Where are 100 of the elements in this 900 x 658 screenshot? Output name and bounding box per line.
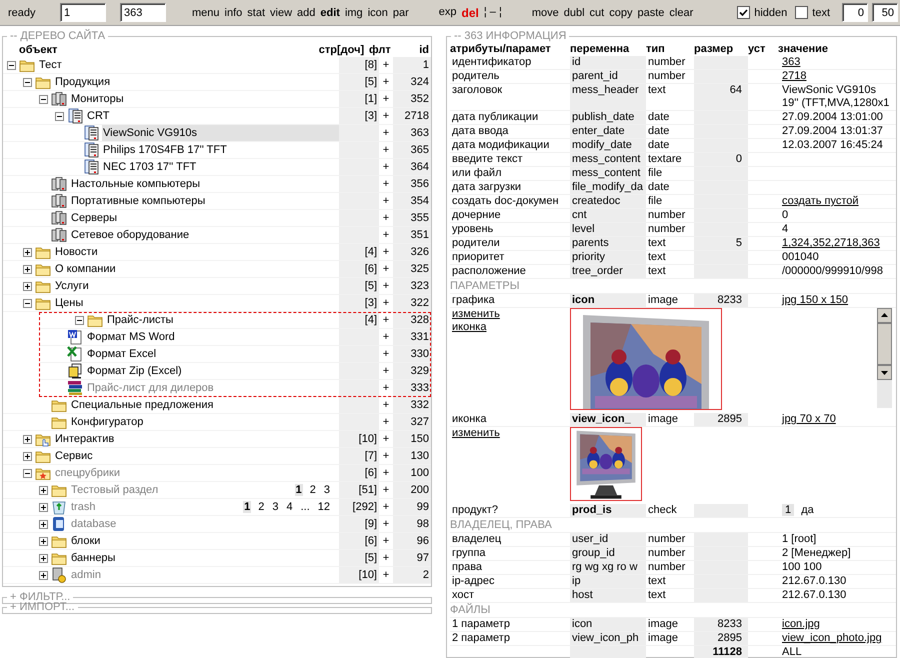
filter-flag[interactable]: + [379, 59, 393, 71]
filter-flag[interactable]: + [379, 297, 393, 309]
tree-item[interactable]: Сервис [54, 448, 339, 464]
filter-flag[interactable]: + [379, 161, 393, 173]
scrollbar[interactable] [877, 308, 892, 408]
filter-flag[interactable]: + [379, 314, 393, 326]
filter-flag[interactable]: + [379, 195, 393, 207]
tree-item[interactable]: Тестовый раздел [70, 482, 295, 498]
filter-flag[interactable]: + [379, 501, 393, 513]
expand-toggle[interactable] [23, 434, 32, 444]
page-link[interactable]: 3 [322, 484, 331, 496]
filter-flag[interactable]: + [379, 331, 393, 343]
tree-item[interactable]: О компании [54, 261, 339, 277]
tree-item[interactable]: Формат Zip (Excel) [86, 363, 339, 379]
page-link[interactable]: 2 [308, 484, 317, 496]
tree-item[interactable]: Прайс-лист для дилеров [86, 380, 339, 396]
menu-link[interactable]: add [297, 6, 316, 18]
menu-link[interactable]: view [270, 6, 292, 18]
action-link[interactable]: изменить [452, 427, 500, 440]
tree-item[interactable]: NEC 1703 17'' TFT [102, 159, 339, 175]
tree-item[interactable]: Услуги [54, 278, 339, 294]
input-field[interactable]: 0 [842, 3, 868, 22]
menu-link[interactable]: menu [192, 6, 220, 18]
menu-link[interactable]: info [224, 6, 242, 18]
page-link[interactable]: 2 [257, 501, 266, 513]
menu-link[interactable]: clear [669, 6, 694, 18]
collapse-toggle[interactable] [39, 94, 48, 104]
expand-toggle[interactable] [23, 248, 32, 256]
expand-toggle[interactable] [39, 570, 48, 580]
checkbox[interactable] [737, 6, 750, 19]
tree-item[interactable]: Формат Excel [86, 346, 339, 362]
tree-item[interactable]: Интерактив [54, 431, 339, 447]
tree-item[interactable]: Цены [54, 295, 339, 311]
menu-link[interactable]: copy [609, 6, 632, 18]
checkbox[interactable] [795, 6, 808, 19]
tree-item[interactable]: спецрубрики [54, 465, 339, 481]
tree-item[interactable]: Конфигуратор [70, 414, 339, 430]
collapse-toggle[interactable] [23, 468, 32, 478]
page-link[interactable]: ... [300, 501, 311, 513]
filter-flag[interactable]: + [379, 212, 393, 224]
collapse-toggle[interactable] [7, 60, 16, 70]
tree-item[interactable]: Прайс-листы [106, 312, 339, 328]
menu-link[interactable]: exp [438, 6, 457, 20]
expand-toggle[interactable] [39, 536, 48, 546]
tree-item[interactable]: Сетевое оборудование [70, 227, 339, 243]
tree-item[interactable]: Продукция [54, 74, 339, 90]
menu-link[interactable]: stat [247, 6, 266, 18]
menu-link[interactable]: cut [590, 6, 604, 18]
filter-flag[interactable]: + [379, 552, 393, 564]
filter-flag[interactable]: + [379, 518, 393, 530]
expand-toggle[interactable] [23, 264, 32, 274]
menu-link[interactable]: paste [637, 6, 664, 18]
scroll-down-icon[interactable] [877, 365, 892, 380]
filter-flag[interactable]: + [379, 348, 393, 360]
expand-toggle[interactable] [39, 502, 48, 512]
tree-item[interactable]: admin [70, 567, 339, 583]
menu-link[interactable]: icon [368, 6, 388, 18]
value-link[interactable]: jpg 70 x 70 [778, 413, 896, 427]
value-link[interactable]: view_icon_photo.jpg [778, 632, 896, 646]
input-field[interactable]: 50 [872, 3, 898, 22]
tree-item[interactable]: ViewSonic VG910s [102, 125, 339, 141]
menu-link[interactable]: par [392, 6, 409, 18]
page-link[interactable]: 1 [243, 501, 252, 513]
page-link[interactable]: 3 [271, 501, 280, 513]
tree-item[interactable]: Мониторы [70, 91, 339, 107]
action-link[interactable]: изменить [452, 308, 500, 321]
menu-link[interactable]: img [344, 6, 363, 18]
filter-flag[interactable]: + [379, 93, 393, 105]
collapse-toggle[interactable] [75, 316, 84, 324]
filter-flag[interactable]: + [379, 433, 393, 445]
filter-flag[interactable]: + [379, 416, 393, 428]
filter-flag[interactable]: + [379, 229, 393, 241]
value-link[interactable]: 1,324,352,2718,363 [778, 237, 896, 251]
action-link[interactable]: иконка [452, 321, 486, 334]
tree-item[interactable]: Портативные компьютеры [70, 193, 339, 209]
expand-toggle[interactable] [23, 452, 32, 460]
menu-link[interactable]: dubl [564, 6, 585, 18]
filter-flag[interactable]: + [379, 399, 393, 411]
input-field[interactable]: 1 [60, 3, 106, 22]
expand-toggle[interactable] [39, 486, 48, 494]
filter-flag[interactable]: + [379, 144, 393, 156]
scroll-thumb[interactable] [877, 323, 892, 365]
filter-flag[interactable]: + [379, 484, 393, 496]
filter-flag[interactable]: + [379, 263, 393, 275]
value-link[interactable]: 2718 [778, 70, 896, 84]
tree-item[interactable]: Новости [54, 244, 339, 260]
tree-item[interactable]: database [70, 516, 339, 532]
tree-item[interactable]: trash [70, 499, 244, 515]
filter-flag[interactable]: + [379, 76, 393, 88]
filter-flag[interactable]: + [379, 127, 393, 139]
filter-flag[interactable]: + [379, 246, 393, 258]
tree-item[interactable]: Серверы [70, 210, 339, 226]
expand-toggle[interactable] [23, 282, 32, 290]
tree-item[interactable]: Philips 170S4FB 17'' TFT [102, 142, 339, 158]
filter-flag[interactable]: + [379, 382, 393, 394]
page-link[interactable]: 12 [316, 501, 331, 513]
page-link[interactable]: 1 [294, 484, 303, 496]
collapse-toggle[interactable] [55, 112, 64, 120]
value-link[interactable]: icon.jpg [778, 618, 896, 632]
tree-item[interactable]: Специальные предложения [70, 397, 339, 413]
